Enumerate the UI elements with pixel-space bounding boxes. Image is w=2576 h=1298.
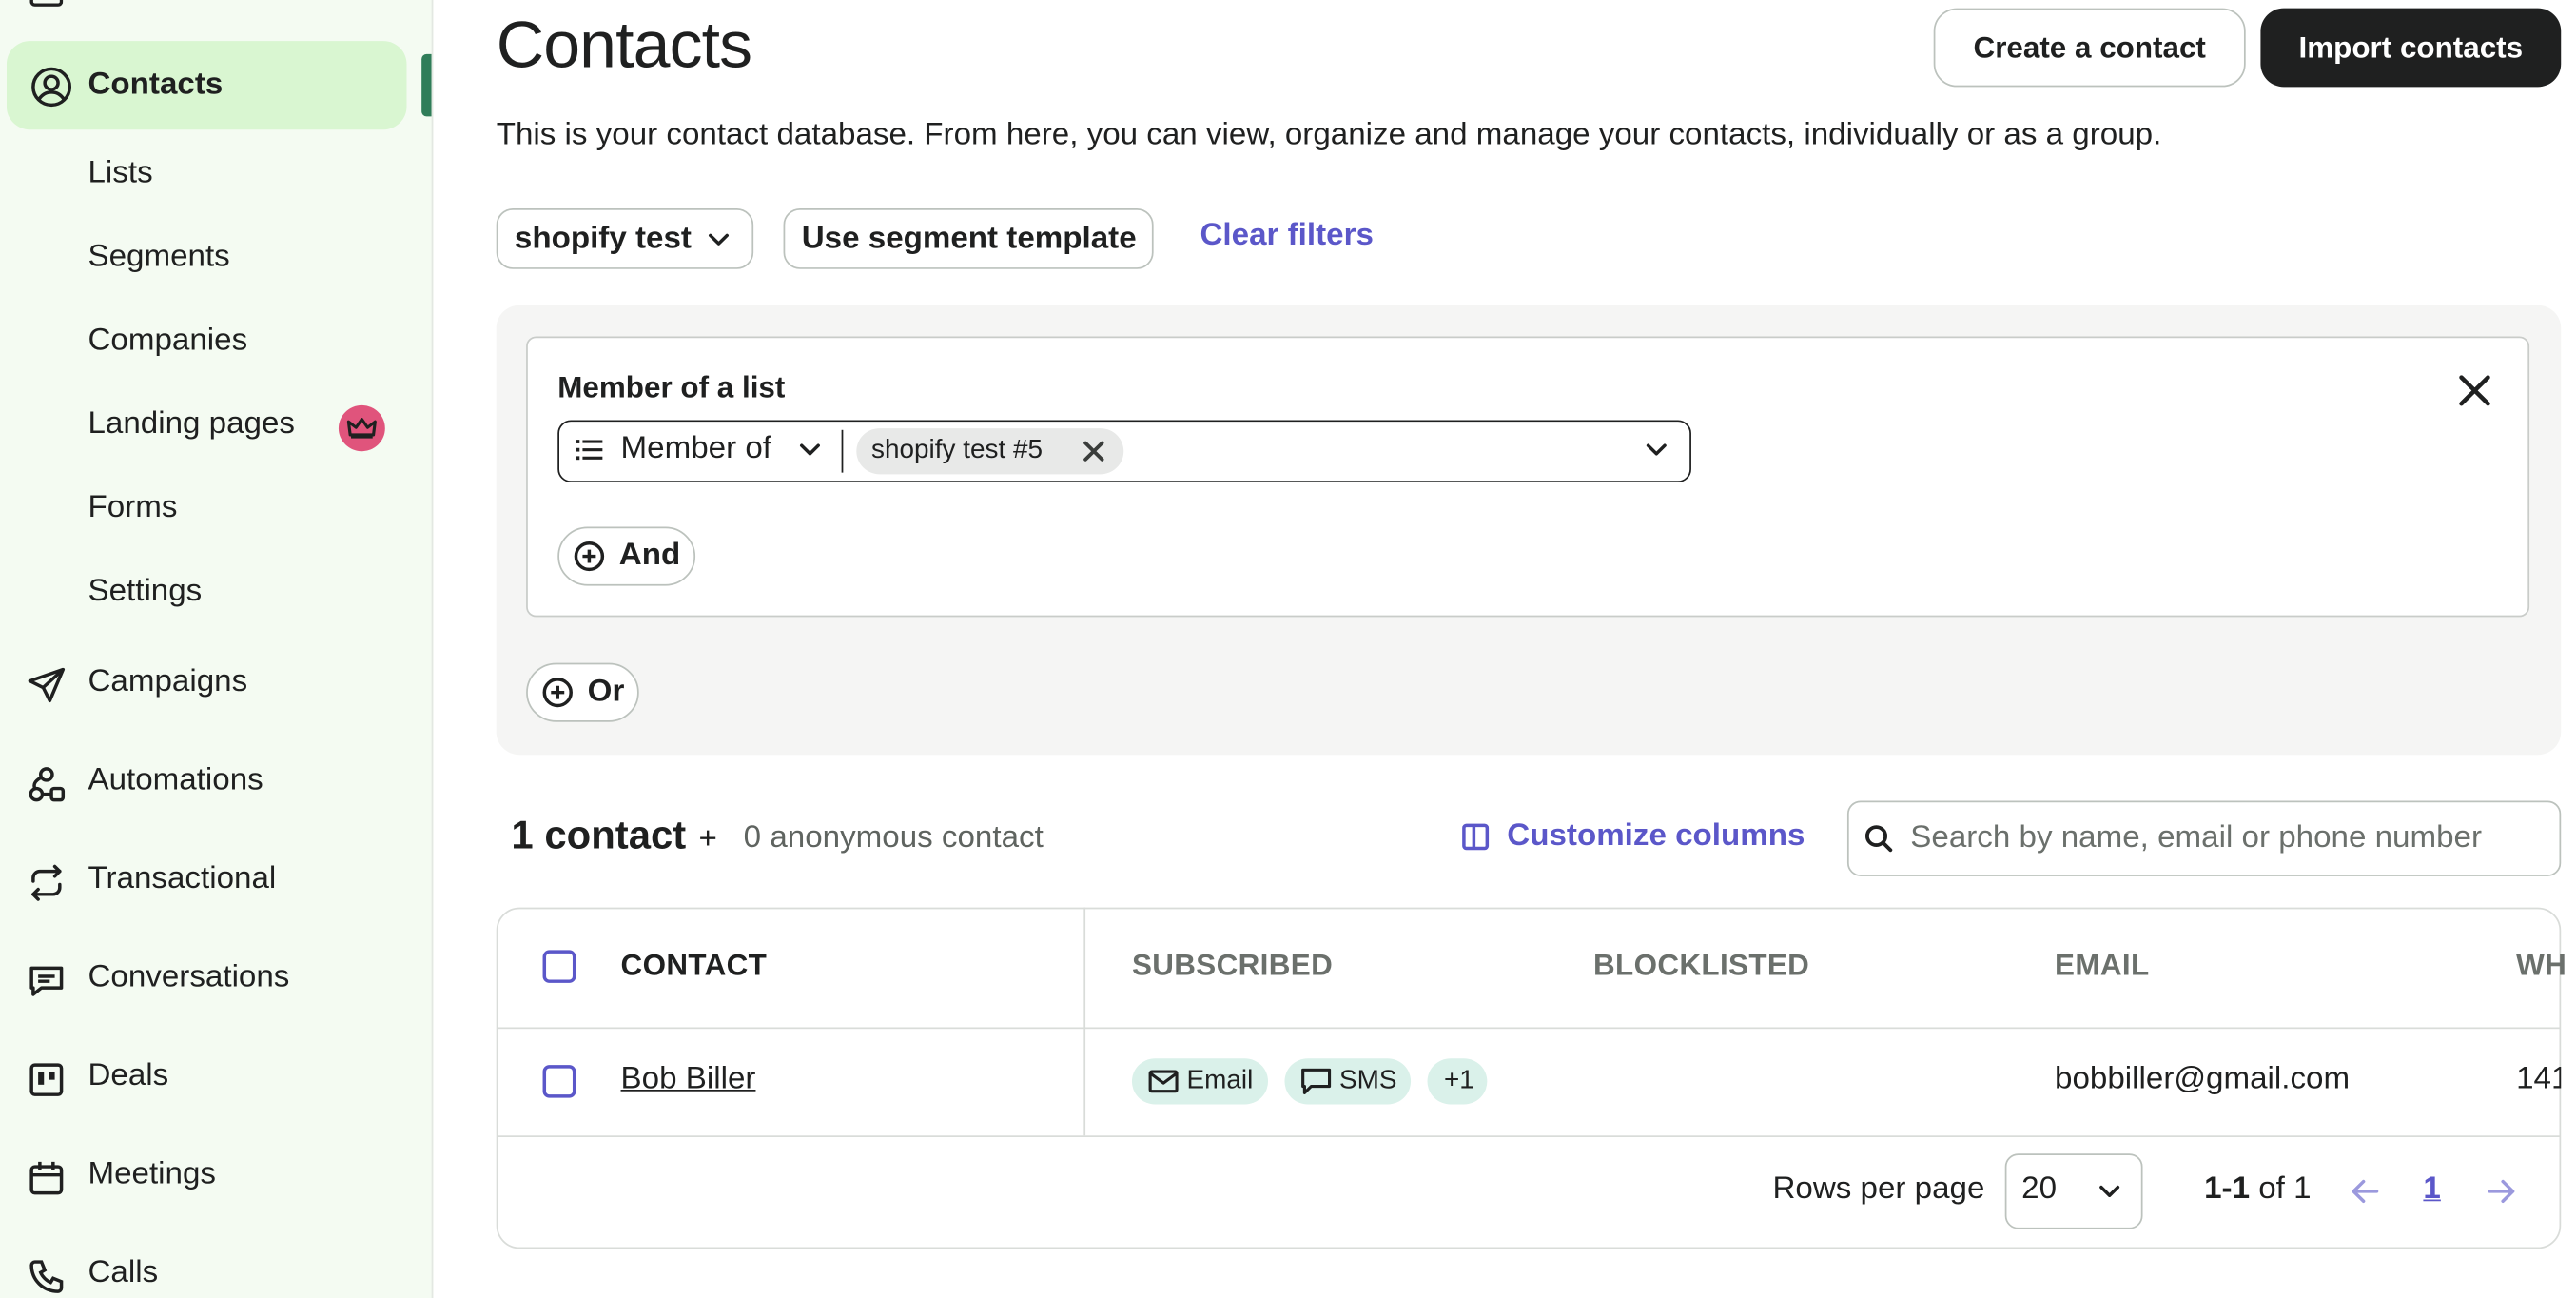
column-header-contact[interactable]: CONTACT (621, 949, 768, 983)
subscription-tag-sms: SMS (1284, 1058, 1412, 1105)
row-divider (498, 1027, 2560, 1030)
sidebar-item-automations[interactable]: Automations (0, 752, 432, 817)
or-label: Or (587, 674, 625, 709)
calendar-icon (27, 1158, 67, 1197)
chat-icon (27, 961, 67, 1000)
sidebar-item-label: Calls (88, 1255, 159, 1290)
sidebar-item-calls[interactable]: Calls (0, 1244, 432, 1298)
columns-icon (1460, 822, 1490, 852)
add-and-condition-button[interactable]: And (557, 526, 696, 586)
page-range-bold: 1-1 (2204, 1171, 2251, 1207)
page-number-link[interactable]: 1 (2423, 1171, 2440, 1208)
sidebar-item-contacts[interactable]: Contacts (6, 41, 407, 130)
segment-dropdown[interactable]: shopify test (496, 207, 754, 269)
contact-wh-value: 141 (2516, 1061, 2561, 1096)
chevron-down-icon[interactable] (798, 442, 821, 458)
crown-icon (338, 404, 385, 452)
import-contacts-button[interactable]: Import contacts (2260, 8, 2562, 88)
sidebar-item-conversations[interactable]: Conversations (0, 949, 432, 1014)
sidebar-item-label: Conversations (88, 959, 290, 994)
customize-columns-button[interactable]: Customize columns (1460, 818, 1805, 855)
create-contact-button[interactable]: Create a contact (1933, 8, 2246, 88)
sidebar-item-label: Automations (88, 762, 263, 798)
subscription-tag-more[interactable]: +1 (1427, 1058, 1488, 1105)
condition-title: Member of a list (557, 370, 786, 404)
segment-dropdown-label: shopify test (514, 220, 692, 256)
search-input[interactable] (1910, 816, 2550, 862)
subscription-tag-email: Email (1131, 1058, 1269, 1105)
add-or-group-button[interactable]: Or (526, 662, 639, 722)
plus-circle-icon (573, 540, 606, 572)
column-header-email[interactable]: EMAIL (2055, 949, 2149, 983)
chevron-down-icon (2098, 1183, 2120, 1199)
prev-page-icon[interactable] (2351, 1178, 2380, 1205)
repeat-icon (27, 863, 67, 902)
active-indicator (421, 53, 432, 117)
divider (841, 429, 844, 473)
sidebar-item-transactional[interactable]: Transactional (0, 850, 432, 915)
search-icon (1864, 824, 1893, 854)
list-icon (575, 435, 604, 464)
sidebar-item-campaigns[interactable]: Campaigns (0, 653, 432, 718)
anonymous-count: 0 anonymous contact (743, 820, 1044, 856)
remove-chip-icon[interactable] (1083, 440, 1105, 462)
sidebar-item-label: Meetings (88, 1156, 217, 1191)
sidebar-subitem-companies[interactable]: Companies (88, 324, 247, 360)
kanban-icon (27, 1060, 67, 1099)
chevron-down-icon (707, 230, 730, 246)
list-chip-label: shopify test #5 (871, 436, 1044, 465)
sidebar-item-label: Campaigns (88, 664, 248, 699)
column-header-wh[interactable]: WH (2516, 949, 2566, 983)
operator-select[interactable]: Member of (621, 432, 771, 468)
row-checkbox[interactable] (542, 1065, 576, 1098)
user-circle-icon (29, 66, 72, 108)
and-label: And (618, 538, 681, 573)
count-separator: + (698, 821, 717, 857)
contact-name-link[interactable]: Bob Biller (621, 1062, 756, 1098)
contact-count: 1 contact (511, 814, 687, 858)
rows-per-page-value: 20 (2021, 1171, 2058, 1207)
customize-columns-label: Customize columns (1507, 818, 1805, 854)
page-title: Contacts (496, 10, 752, 83)
tag-label: SMS (1339, 1066, 1397, 1095)
chevron-down-icon[interactable] (1645, 442, 1668, 458)
tag-label: Email (1186, 1066, 1254, 1095)
select-all-checkbox[interactable] (542, 950, 576, 983)
sidebar-subitem-landing-pages[interactable]: Landing pages (88, 407, 295, 443)
sidebar-subitem-settings[interactable]: Settings (88, 575, 202, 611)
column-header-subscribed[interactable]: SUBSCRIBED (1132, 949, 1333, 983)
automation-icon (27, 765, 67, 804)
sidebar-subitem-lists[interactable]: Lists (88, 156, 152, 192)
page-range: 1-1 of 1 (2204, 1171, 2311, 1208)
sidebar-item-label: Transactional (88, 861, 277, 896)
phone-icon (27, 1257, 67, 1296)
sidebar-item-meetings[interactable]: Meetings (0, 1146, 432, 1211)
sidebar-item-label: Contacts (88, 67, 224, 102)
chat-icon (1301, 1068, 1332, 1095)
plus-circle-icon (541, 676, 575, 708)
close-icon[interactable] (2453, 369, 2496, 412)
sidebar-item-deals[interactable]: Deals (0, 1047, 432, 1112)
clear-filters-link[interactable]: Clear filters (1200, 218, 1373, 254)
partial-nav-icon (29, 0, 64, 7)
column-header-blocklisted[interactable]: BLOCKLISTED (1593, 949, 1809, 983)
page-description: This is your contact database. From here… (496, 118, 2162, 153)
contact-email: bobbiller@gmail.com (2055, 1061, 2351, 1096)
rows-per-page-label: Rows per page (1772, 1171, 1985, 1207)
next-page-icon[interactable] (2487, 1178, 2516, 1205)
sidebar-subitem-forms[interactable]: Forms (88, 491, 177, 527)
page-range-rest: of 1 (2250, 1171, 2312, 1207)
column-divider (1083, 907, 1086, 1136)
sidebar: Contacts Lists Segments Companies Landin… (0, 0, 434, 1298)
segment-template-button[interactable]: Use segment template (783, 207, 1154, 269)
list-chip: shopify test #5 (856, 428, 1124, 475)
send-icon (27, 666, 67, 705)
row-divider (498, 1135, 2560, 1138)
mail-icon (1148, 1070, 1179, 1093)
sidebar-subitem-segments[interactable]: Segments (88, 240, 229, 276)
sidebar-item-label: Deals (88, 1058, 169, 1093)
